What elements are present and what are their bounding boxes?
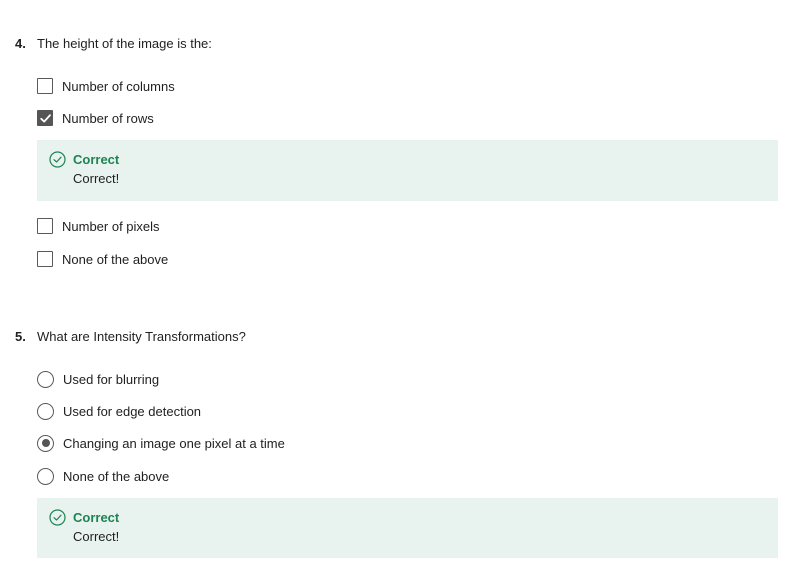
question-number: 5. <box>15 329 26 344</box>
option-label: Changing an image one pixel at a time <box>63 435 285 451</box>
radio-dot <box>41 439 50 447</box>
option-used-for-edge-detection[interactable]: Used for edge detection <box>37 402 201 420</box>
radio-button-selected[interactable] <box>37 434 54 452</box>
option-label: Used for edge detection <box>63 403 202 419</box>
checkbox-checked[interactable] <box>37 110 53 126</box>
option-label: None of the above <box>62 251 169 267</box>
option-label: Used for blurring <box>63 371 160 387</box>
feedback-correct: Correct Correct! <box>37 140 778 201</box>
check-circle-icon <box>49 151 66 168</box>
option-number-of-rows[interactable]: Number of rows <box>37 109 154 127</box>
option-number-of-pixels[interactable]: Number of pixels <box>37 217 160 235</box>
option-changing-an-image[interactable]: Changing an image one pixel at a time <box>37 434 285 452</box>
option-number-of-columns[interactable]: Number of columns <box>37 77 175 95</box>
feedback-correct: Correct Correct! <box>37 498 778 558</box>
option-label: Number of rows <box>62 110 154 126</box>
checkbox[interactable] <box>37 218 53 234</box>
option-label: None of the above <box>63 468 170 484</box>
checkbox[interactable] <box>37 251 53 267</box>
feedback-title: Correct <box>73 152 120 167</box>
check-circle-icon <box>49 509 66 526</box>
radio-button[interactable] <box>37 402 54 420</box>
option-none-of-the-above[interactable]: None of the above <box>37 250 168 268</box>
radio-button[interactable] <box>37 370 54 388</box>
option-label: Number of pixels <box>62 218 160 234</box>
option-none-of-the-above[interactable]: None of the above <box>37 467 169 485</box>
feedback-title: Correct <box>73 510 120 525</box>
feedback-text: Correct! <box>73 171 120 186</box>
checkbox[interactable] <box>37 78 53 94</box>
question-text: The height of the image is the: <box>37 36 212 51</box>
feedback-text: Correct! <box>73 529 120 544</box>
option-used-for-blurring[interactable]: Used for blurring <box>37 370 159 388</box>
radio-button[interactable] <box>37 467 54 485</box>
check-icon <box>40 114 51 123</box>
option-label: Number of columns <box>62 78 175 94</box>
question-number: 4. <box>15 36 26 51</box>
question-text: What are Intensity Transformations? <box>37 329 246 344</box>
